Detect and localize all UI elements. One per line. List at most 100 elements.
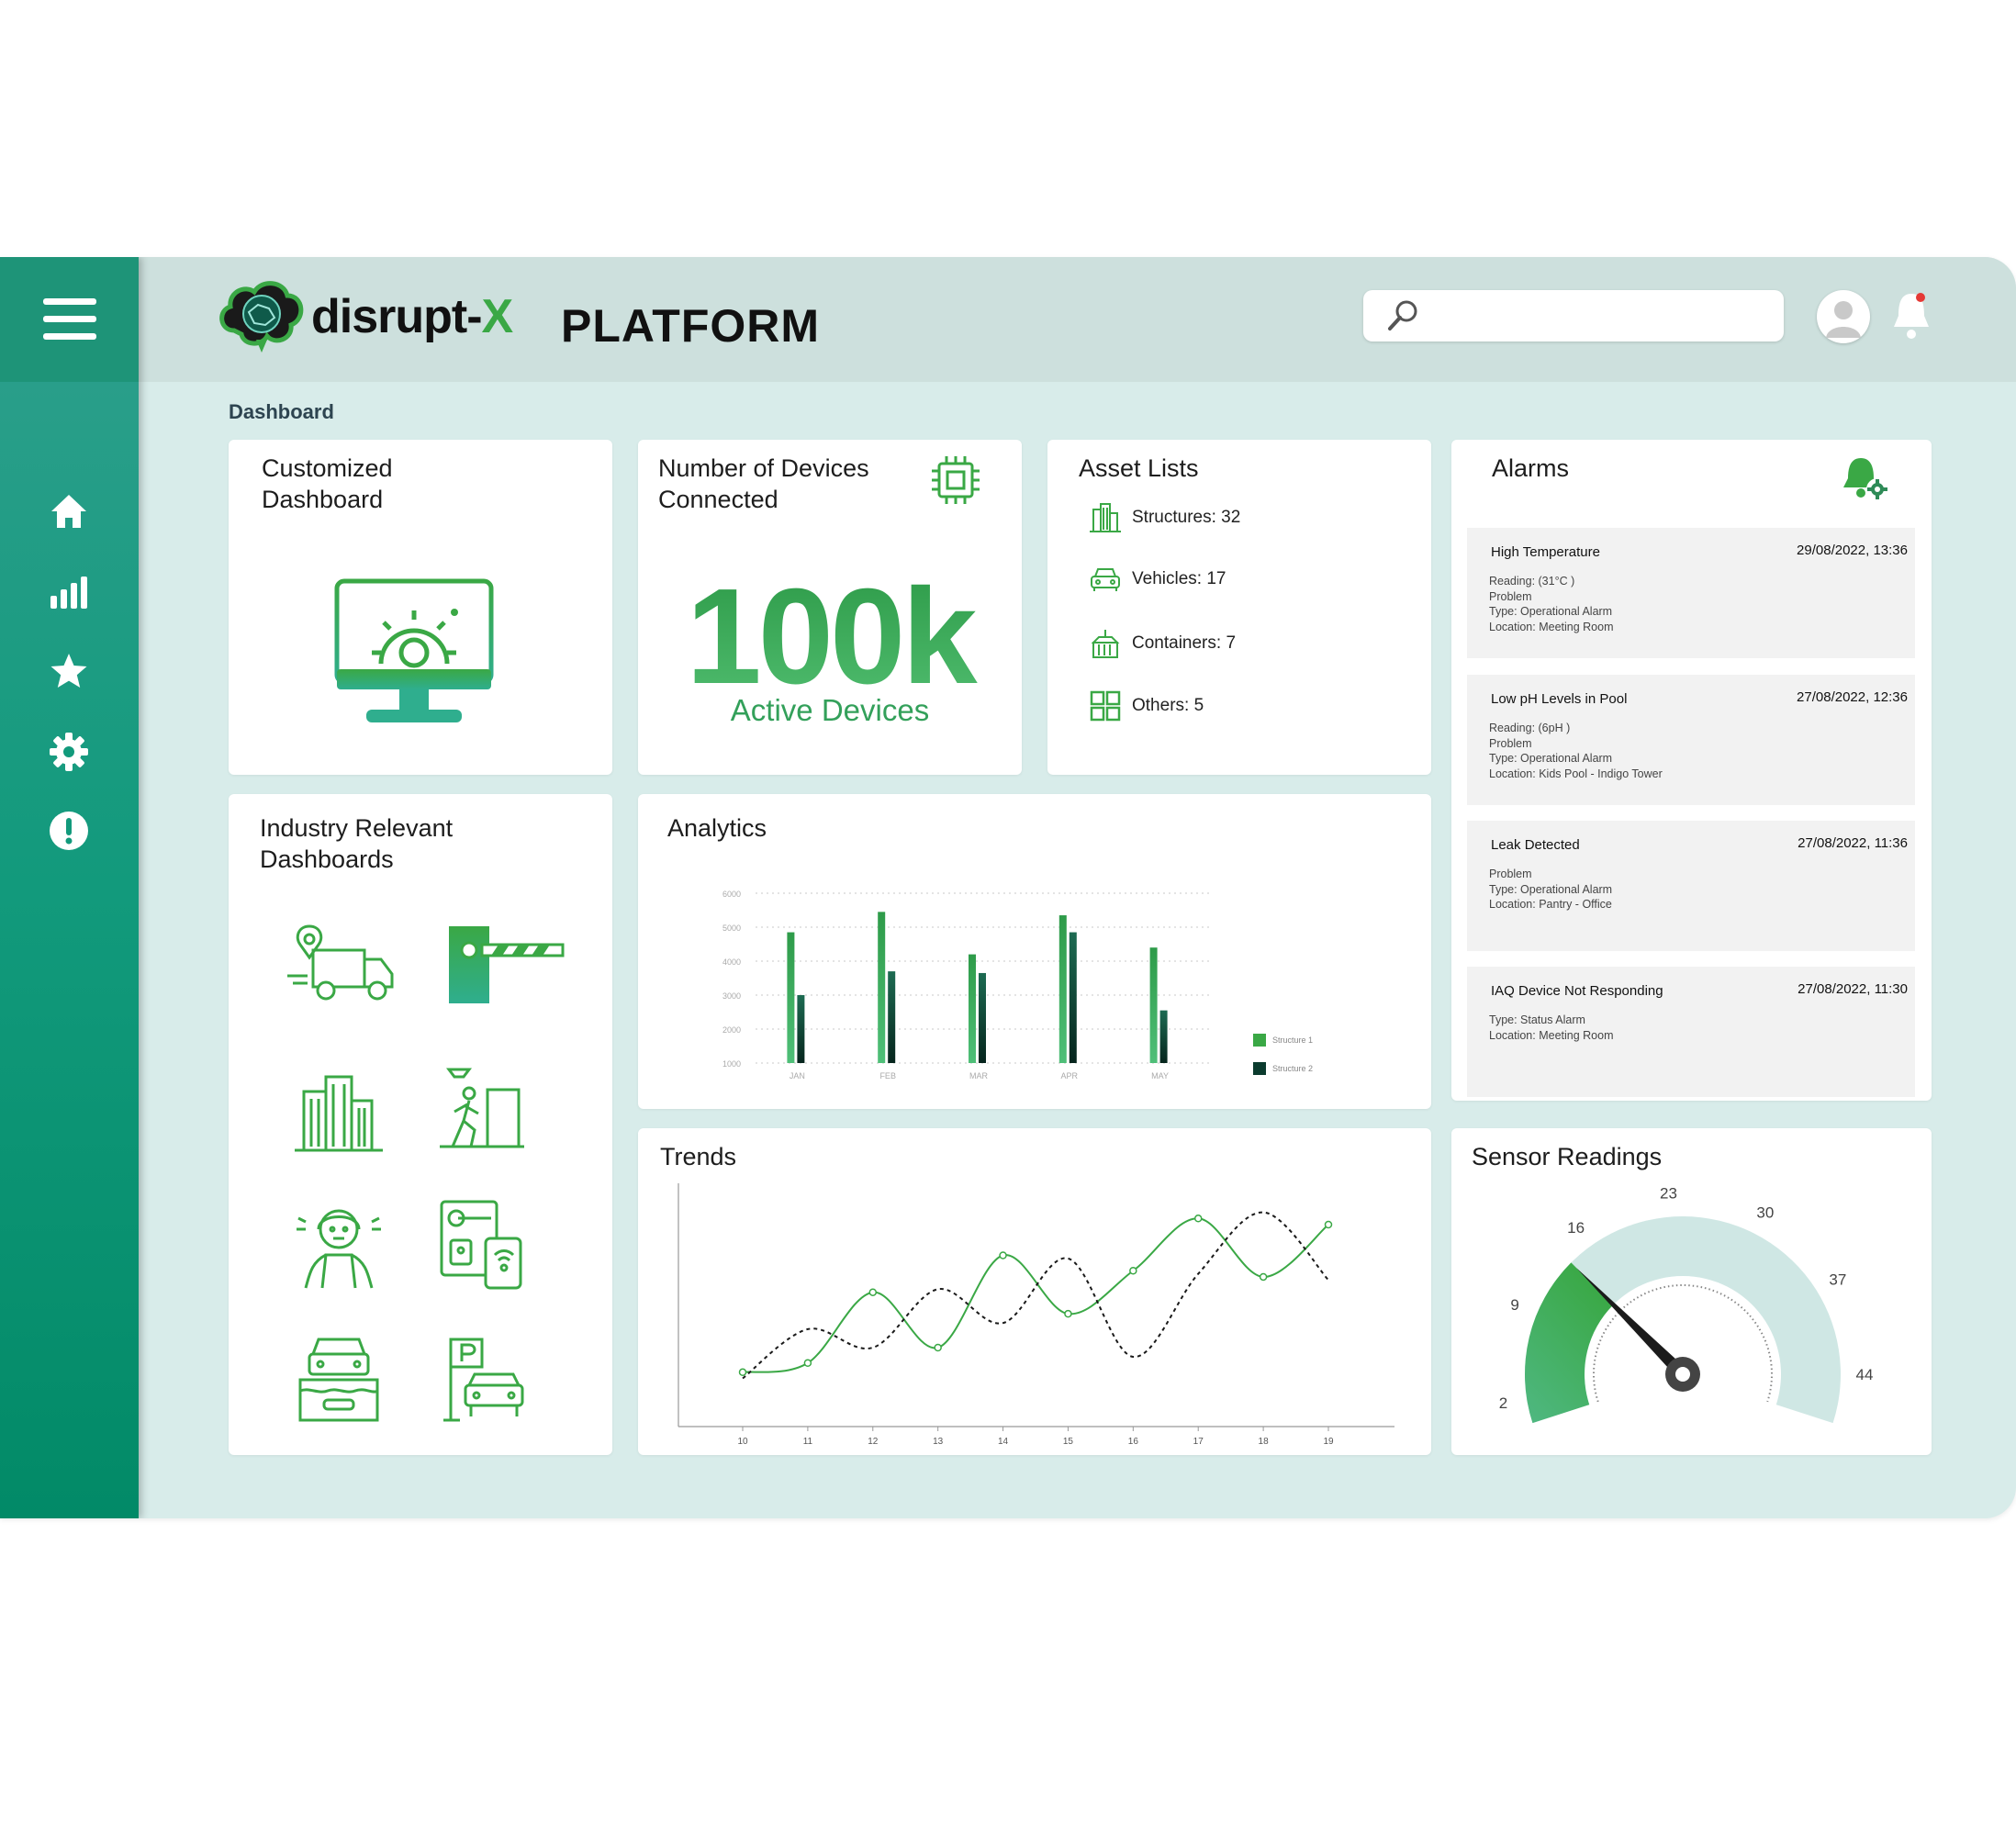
alarm-detail-line: Problem <box>1489 736 1532 750</box>
nav-settings[interactable] <box>46 729 92 775</box>
container-icon <box>1091 630 1120 658</box>
brand-logo[interactable]: disrupt-X <box>216 275 513 358</box>
alarm-timestamp: 27/08/2022, 11:30 <box>1798 981 1908 997</box>
alarm-item[interactable]: IAQ Device Not Responding 27/08/2022, 11… <box>1467 967 1915 1097</box>
alarm-title: IAQ Device Not Responding <box>1491 983 1663 999</box>
alarm-title: Low pH Levels in Pool <box>1491 691 1628 707</box>
bar <box>797 995 805 1063</box>
analytics-bar-chart: 1000 2000 3000 4000 5000 6000 JAN FEB MAR APR MAY S… <box>722 890 1313 1080</box>
data-point <box>1064 1309 1072 1318</box>
customized-dashboard-title: Customized Dashboard <box>262 453 393 515</box>
x-tick-label: 14 <box>998 1437 1009 1447</box>
alarms-card[interactable]: Alarms High Temperature 29/08/2022, 13:3… <box>1451 440 1932 1101</box>
barrier-gate-icon[interactable] <box>445 923 565 1005</box>
notifications-button[interactable] <box>1888 288 1934 343</box>
y-tick-label: 4000 <box>722 957 741 967</box>
noise-complaint-icon[interactable] <box>293 1202 385 1290</box>
sidebar <box>0 257 139 1518</box>
buildings-icon[interactable] <box>293 1069 385 1154</box>
emergency-exit-icon[interactable] <box>438 1066 526 1154</box>
x-tick-label: MAR <box>969 1071 989 1080</box>
asset-item-others[interactable]: Others: 5 <box>1090 690 1204 722</box>
alarm-detail-line: Type: Operational Alarm <box>1489 752 1613 765</box>
smart-lock-icon[interactable] <box>438 1198 526 1290</box>
alarm-item[interactable]: Leak Detected 27/08/2022, 11:36 Problem … <box>1467 821 1915 951</box>
alarm-details: Reading: (6pH ) Problem Type: Operationa… <box>1489 721 1663 781</box>
alarm-timestamp: 27/08/2022, 12:36 <box>1797 689 1908 705</box>
car-wash-icon[interactable] <box>297 1336 381 1424</box>
y-tick-label: 3000 <box>722 991 741 1001</box>
alarm-detail-line: Problem <box>1489 868 1532 880</box>
trend-line-dotted <box>742 1211 1329 1380</box>
alarm-item[interactable]: High Temperature 29/08/2022, 13:36 Readi… <box>1467 528 1915 658</box>
nav-analytics[interactable] <box>46 569 92 615</box>
data-point <box>999 1251 1007 1259</box>
industry-dashboards-title: Industry Relevant Dashboards <box>260 812 453 875</box>
bar <box>888 971 896 1063</box>
x-tick-label: JAN <box>790 1071 805 1080</box>
bar <box>1069 932 1077 1063</box>
search-input[interactable] <box>1433 303 1767 329</box>
x-tick-label: 17 <box>1193 1437 1204 1447</box>
car-icon <box>1091 568 1120 591</box>
gauge-tick-label: 37 <box>1829 1271 1846 1289</box>
y-tick-label: 2000 <box>722 1025 741 1035</box>
alarm-detail-line: Location: Meeting Room <box>1489 620 1614 633</box>
asset-lists-card[interactable]: Asset Lists Structures: 32 Vehicles: 17 … <box>1047 440 1431 775</box>
industry-dashboards-card[interactable]: Industry Relevant Dashboards <box>229 794 612 1455</box>
customized-dashboard-title-line1: Customized <box>262 454 393 482</box>
y-tick-label: 5000 <box>722 924 741 933</box>
y-tick-label: 1000 <box>722 1059 741 1069</box>
gauge-tick-label: 44 <box>1856 1366 1874 1383</box>
asset-item-containers[interactable]: Containers: 7 <box>1090 628 1236 659</box>
menu-button[interactable] <box>0 257 139 382</box>
data-point <box>1259 1272 1268 1282</box>
nav-alerts[interactable] <box>46 808 92 854</box>
bar <box>979 972 986 1063</box>
data-point <box>738 1368 747 1377</box>
star-icon <box>50 654 87 688</box>
breadcrumb[interactable]: Dashboard <box>229 400 334 424</box>
analytics-card[interactable]: Analytics 1000 2000 3000 4000 5000 6000 JAN FEB… <box>638 794 1431 1109</box>
sensor-readings-card[interactable]: Sensor Readings 2 9 16 23 30 37 44 <box>1451 1128 1932 1455</box>
parking-icon[interactable] <box>442 1336 528 1424</box>
alarm-settings-icon <box>1843 458 1888 500</box>
customized-dashboard-card[interactable]: Customized Dashboard <box>229 440 612 775</box>
trend-line-solid <box>742 1217 1329 1373</box>
gauge-tick-label: 16 <box>1567 1219 1585 1237</box>
data-point <box>1324 1220 1333 1229</box>
user-avatar[interactable] <box>1817 290 1870 343</box>
nav-home[interactable] <box>46 488 92 534</box>
bar <box>1159 1010 1168 1063</box>
legend-label: Structure 1 <box>1272 1036 1313 1045</box>
alarm-title: High Temperature <box>1491 544 1600 560</box>
gauge-tick-label: 9 <box>1510 1296 1518 1314</box>
x-tick-label: 16 <box>1128 1437 1139 1447</box>
x-tick-label: APR <box>1061 1071 1079 1080</box>
gauge-tick-label: 30 <box>1756 1204 1774 1222</box>
devices-card[interactable]: Number of Devices Connected 100k Active … <box>638 440 1022 775</box>
asset-label: Vehicles: 17 <box>1132 569 1226 588</box>
y-tick-label: 6000 <box>722 890 741 899</box>
alarm-item[interactable]: Low pH Levels in Pool 27/08/2022, 12:36 … <box>1467 675 1915 805</box>
asset-item-vehicles[interactable]: Vehicles: 17 <box>1090 565 1226 593</box>
device-count: 100k <box>638 568 1022 706</box>
bar-chart-icon <box>50 577 87 609</box>
alarm-detail-line: Type: Operational Alarm <box>1489 605 1613 618</box>
x-tick-label: 19 <box>1323 1437 1334 1447</box>
alarm-timestamp: 29/08/2022, 13:36 <box>1797 543 1908 558</box>
asset-item-structures[interactable]: Structures: 32 <box>1090 502 1240 533</box>
gear-icon <box>50 733 88 771</box>
search-bar[interactable] <box>1363 290 1784 341</box>
legend-swatch <box>1253 1034 1266 1047</box>
alarm-timestamp: 27/08/2022, 11:36 <box>1798 835 1908 851</box>
alarm-detail-line: Problem <box>1489 589 1532 603</box>
logistics-truck-icon[interactable] <box>286 923 396 1002</box>
monitor-gear-icon <box>334 578 494 722</box>
alarm-detail-line: Reading: (31°C ) <box>1489 575 1575 588</box>
active-devices-label: Active Devices <box>730 693 930 727</box>
bar <box>1058 915 1067 1063</box>
asset-label: Containers: 7 <box>1132 633 1237 653</box>
trends-card[interactable]: Trends 10 11 12 13 14 15 16 17 18 19 <box>638 1128 1431 1455</box>
nav-favorites[interactable] <box>46 648 92 694</box>
